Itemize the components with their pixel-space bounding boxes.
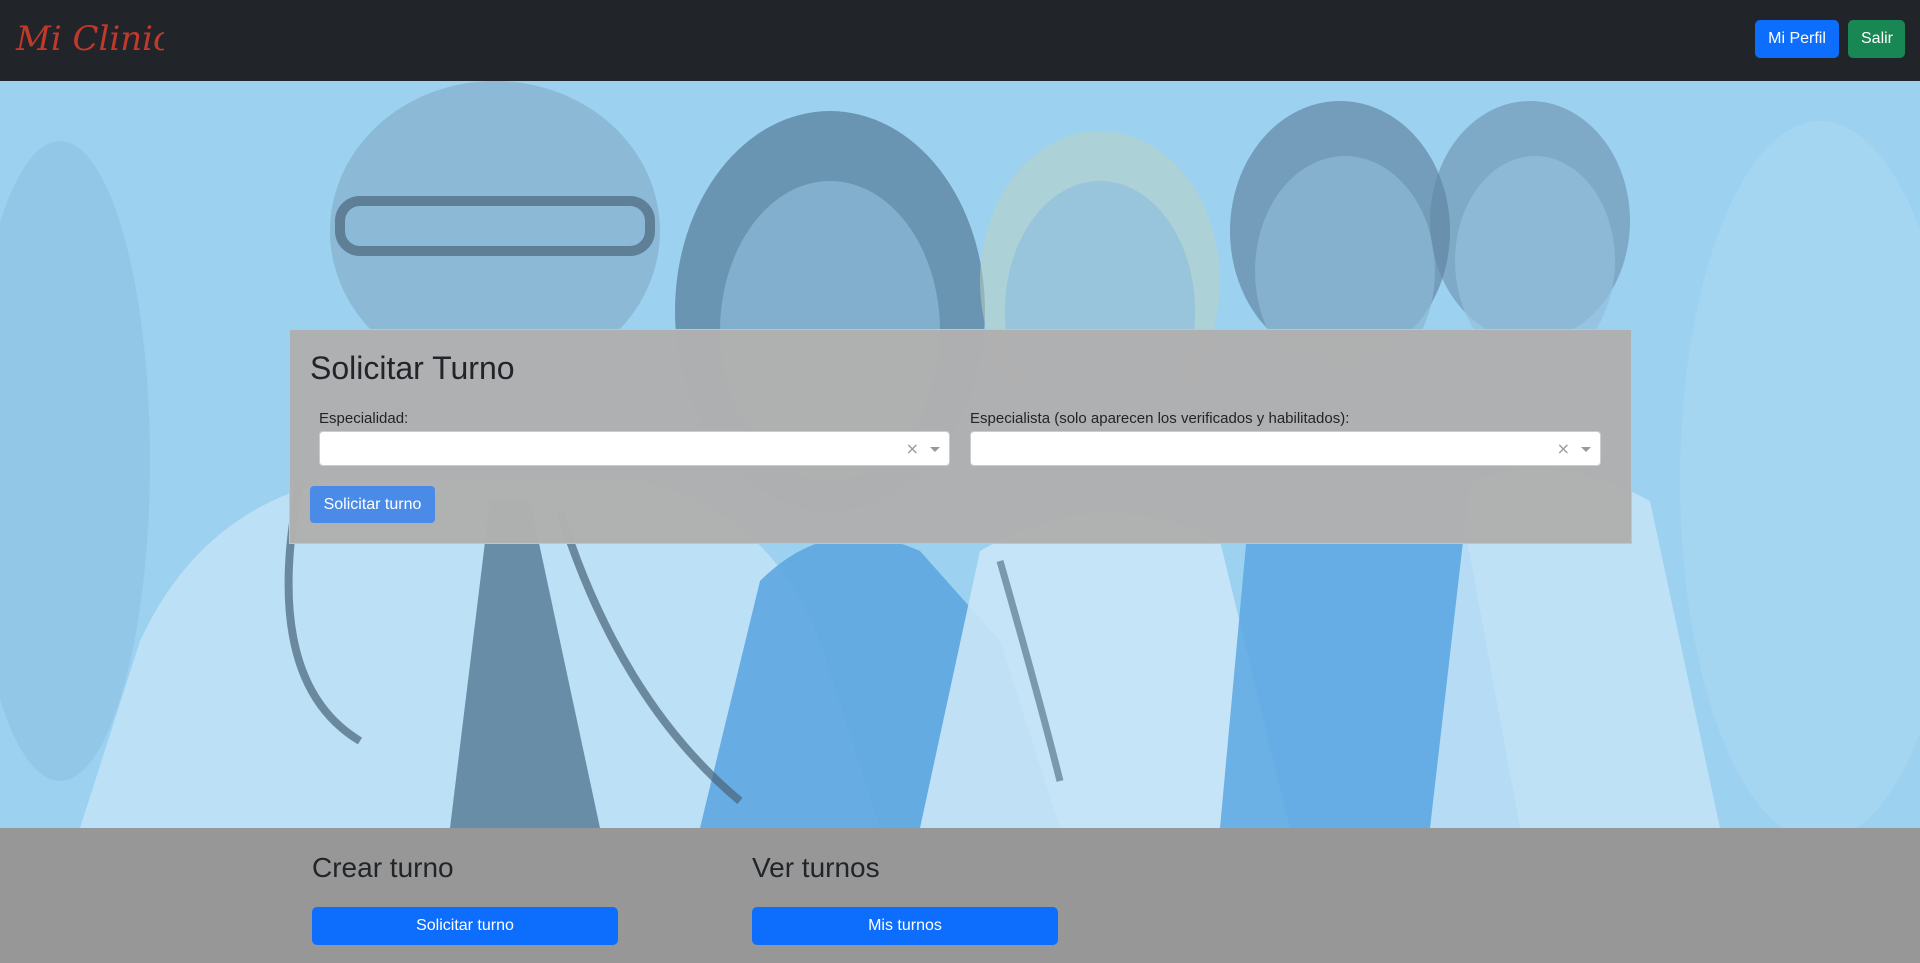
especialista-label: Especialista (solo aparecen los verifica…	[970, 410, 1350, 427]
especialidad-select[interactable]: ×	[319, 431, 950, 466]
close-icon[interactable]: ×	[906, 439, 919, 458]
bottom-section: Crear turno Solicitar turno Ver turnos M…	[0, 828, 1920, 963]
logo[interactable]: Mi Clinica	[14, 12, 164, 62]
salir-button[interactable]: Salir	[1848, 20, 1905, 58]
mi-perfil-button[interactable]: Mi Perfil	[1755, 20, 1839, 58]
chevron-down-icon[interactable]	[1581, 447, 1591, 452]
card-title: Solicitar Turno	[310, 350, 515, 386]
solicitar-turno-card: Solicitar Turno Especialidad: × Especial…	[289, 329, 1632, 544]
ver-turnos-title: Ver turnos	[752, 852, 880, 883]
crear-turno-title: Crear turno	[312, 852, 454, 883]
solicitar-turno-button[interactable]: Solicitar turno	[312, 907, 618, 945]
chevron-down-icon[interactable]	[930, 447, 940, 452]
solicitar-turno-submit-button[interactable]: Solicitar turno	[310, 486, 435, 523]
hero-banner: Solicitar Turno Especialidad: × Especial…	[0, 81, 1920, 828]
logo-text: Mi Clinica	[15, 19, 164, 59]
close-icon[interactable]: ×	[1557, 439, 1570, 458]
especialidad-label: Especialidad:	[319, 410, 409, 427]
navbar: Mi Clinica Mi Perfil Salir	[0, 0, 1920, 81]
mis-turnos-button[interactable]: Mis turnos	[752, 907, 1058, 945]
especialista-select[interactable]: ×	[970, 431, 1601, 466]
